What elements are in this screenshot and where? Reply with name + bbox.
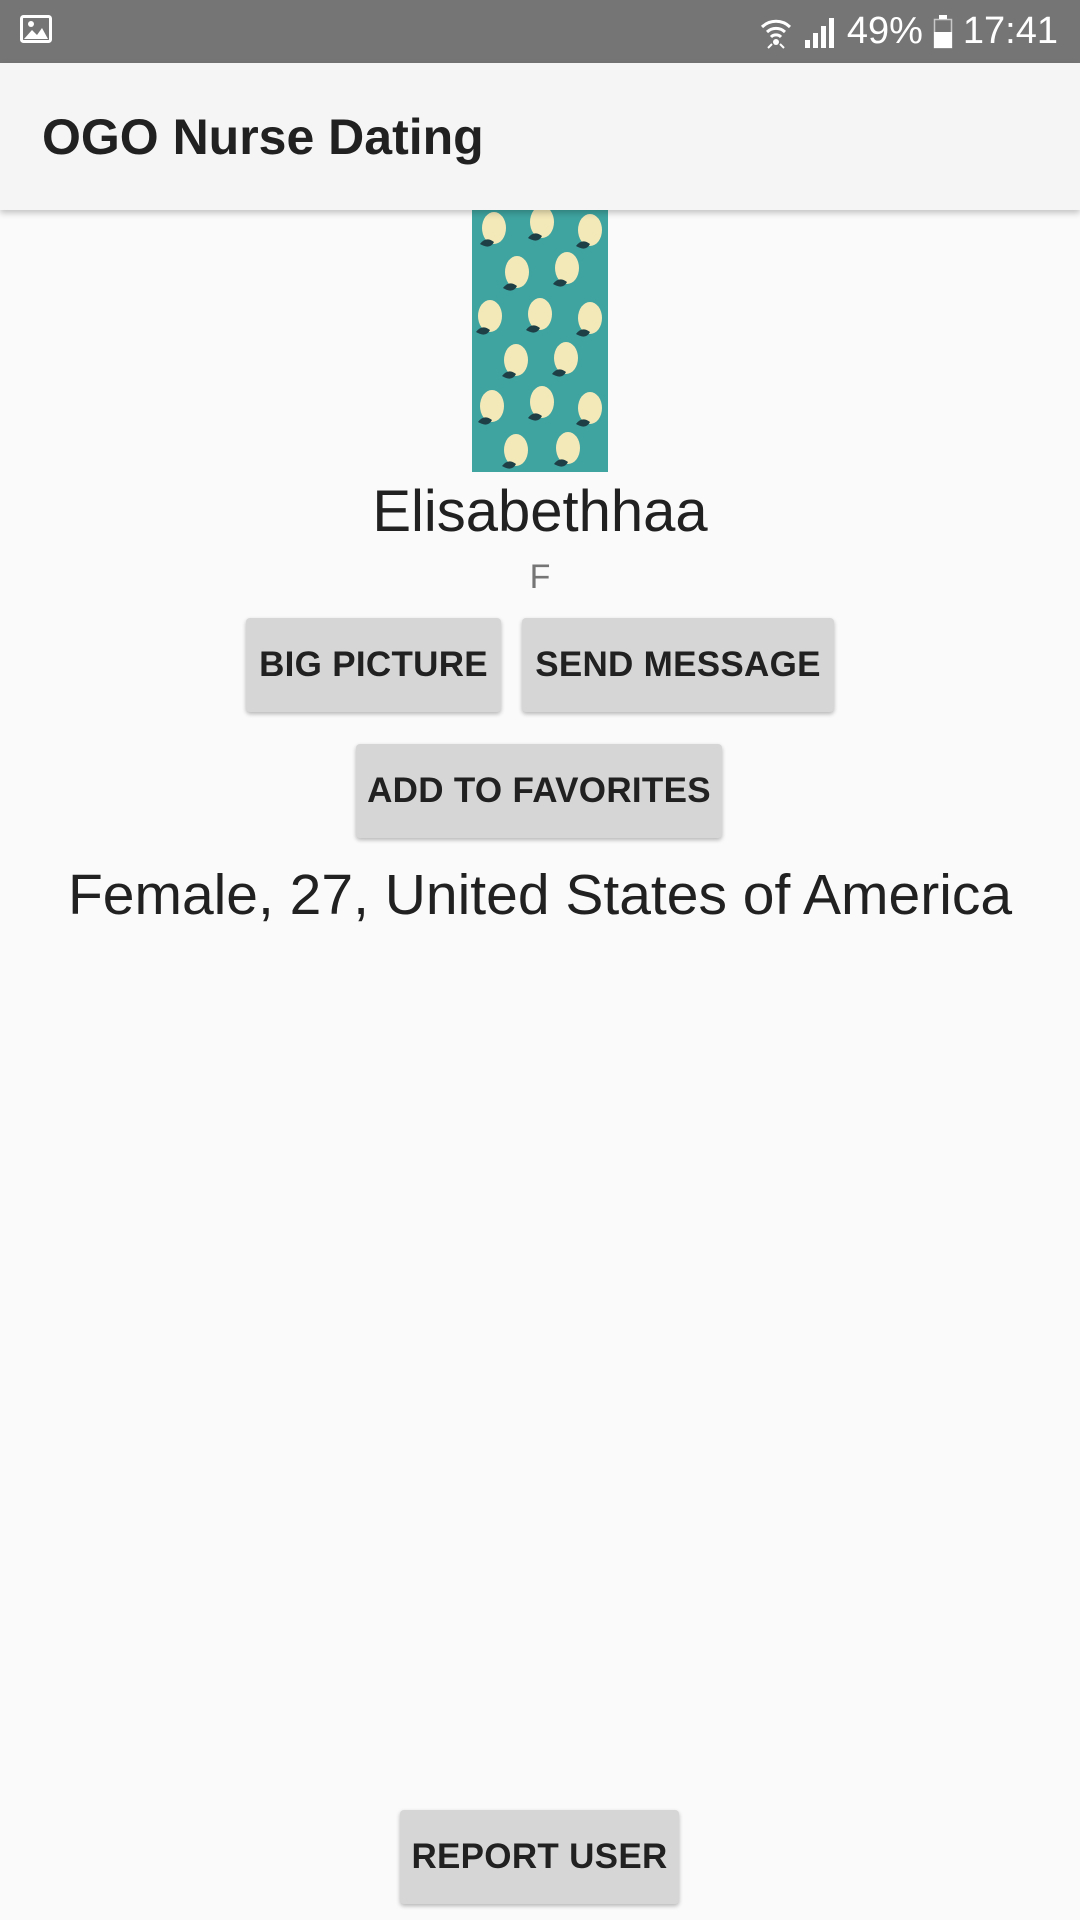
gallery-notification-icon: [20, 15, 52, 48]
profile-name: Elisabethhaa: [372, 479, 708, 544]
status-right: 49% 17:41: [759, 10, 1058, 53]
signal-icon: [803, 16, 837, 48]
profile-details: Female, 27, United States of America: [67, 863, 1013, 927]
profile-photo-pattern: [472, 210, 608, 472]
clock: 17:41: [962, 10, 1058, 52]
big-picture-button[interactable]: BIG PICTURE: [246, 618, 501, 712]
status-bar: 49% 17:41: [0, 0, 1080, 63]
report-user-button[interactable]: REPORT USER: [400, 1810, 679, 1904]
profile-photo[interactable]: [472, 210, 608, 472]
wifi-icon: [759, 15, 793, 49]
app-title: OGO Nurse Dating: [42, 108, 484, 165]
profile-gender-letter: F: [529, 558, 551, 596]
battery-percentage: 49%: [846, 10, 923, 52]
battery-icon: [933, 14, 953, 49]
send-message-button[interactable]: SEND MESSAGE: [522, 618, 834, 712]
status-left: [20, 15, 52, 48]
add-to-favorites-button[interactable]: ADD TO FAVORITES: [356, 744, 722, 838]
app-bar: OGO Nurse Dating: [0, 63, 1080, 210]
